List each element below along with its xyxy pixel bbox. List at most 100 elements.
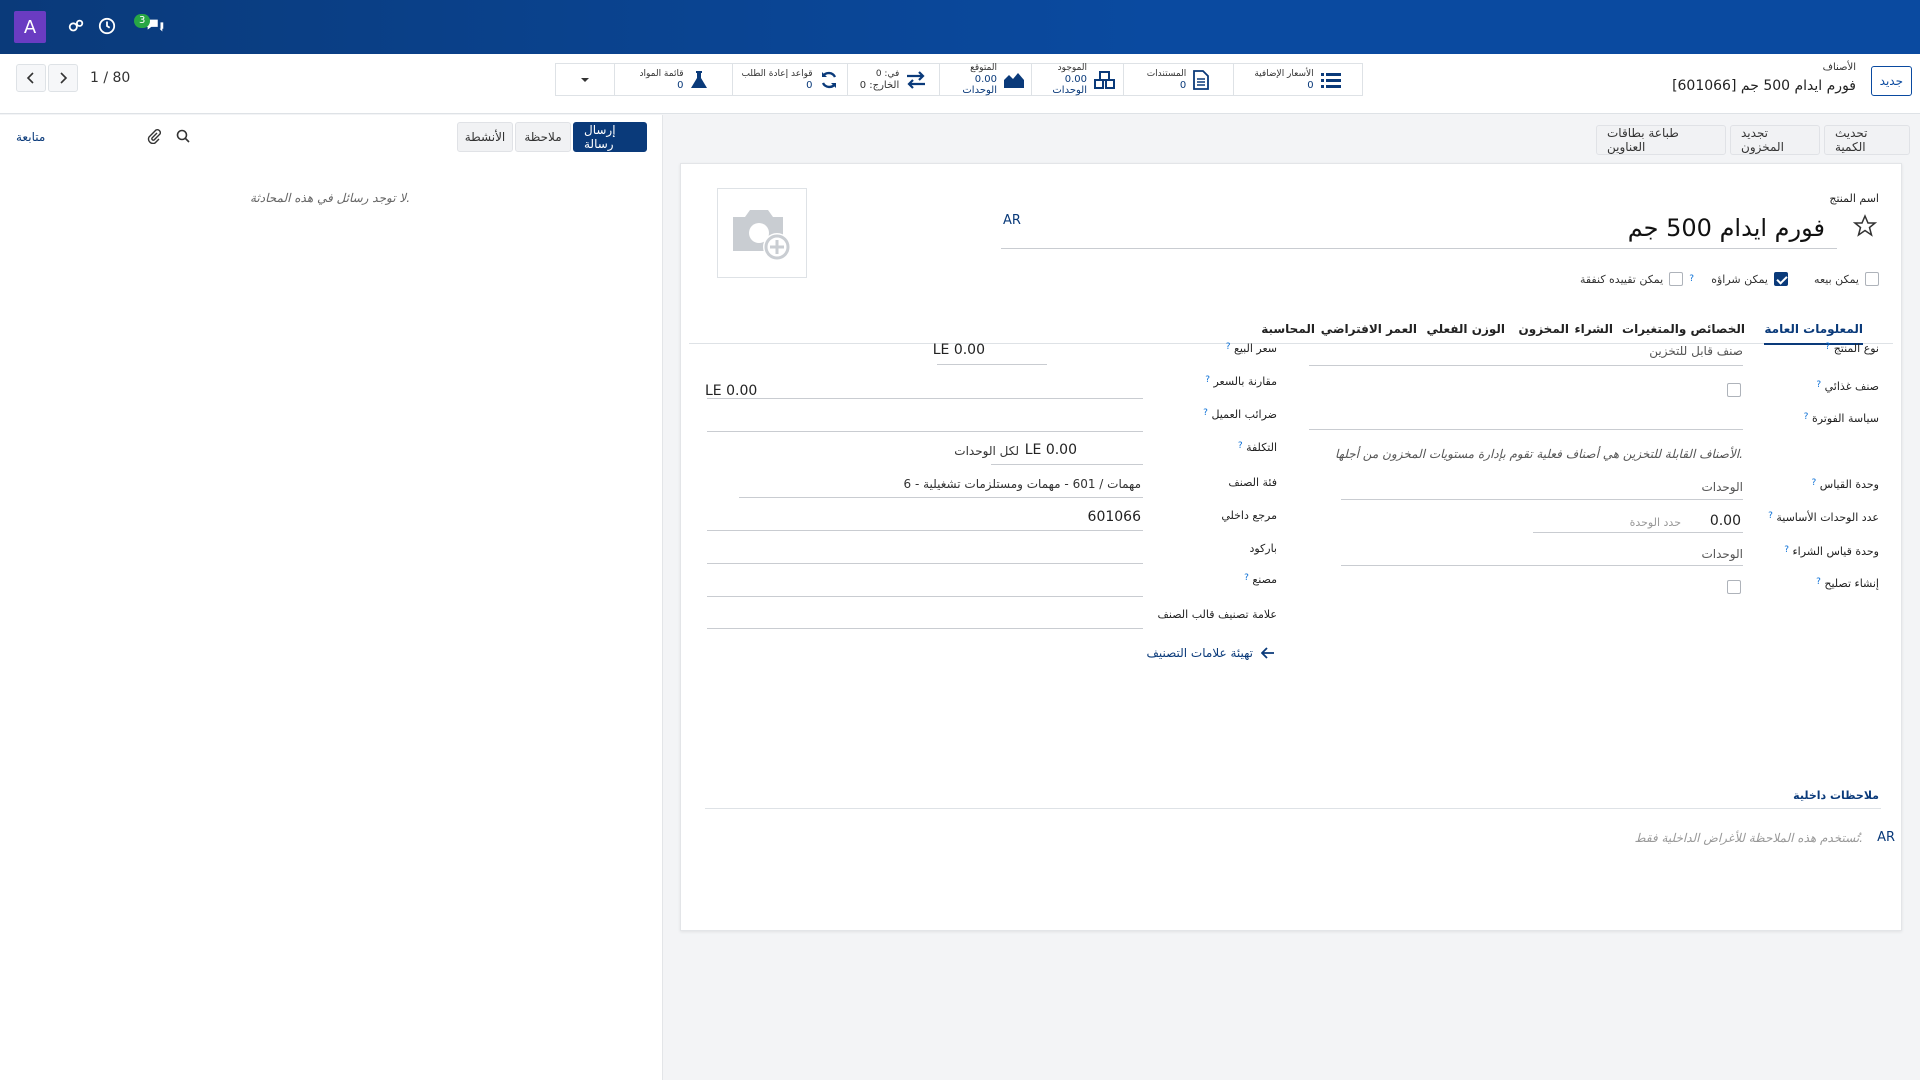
- cost-underline: [991, 464, 1143, 465]
- customer-taxes-field[interactable]: [707, 431, 1143, 432]
- smart-onhand-label: الموجود: [1057, 63, 1087, 73]
- manufacturer-field[interactable]: [707, 596, 1143, 597]
- purchase-uom-field[interactable]: الوحدات: [1701, 547, 1743, 561]
- product-name-label: اسم المنتج: [1829, 192, 1879, 205]
- control-panel: 1 / 80 قائمة المواد 0 قواعد إعادة الطلب …: [0, 54, 1920, 114]
- flask-icon: [690, 70, 707, 88]
- internal-notes-field[interactable]: تُستخدم هذه الملاحظة للأغراض الداخلية فق…: [1634, 831, 1863, 845]
- can-be-sold-row[interactable]: يمكن بيعه: [1814, 272, 1879, 286]
- pager-next-button[interactable]: [48, 64, 78, 92]
- create-repair-label: ? إنشاء تصليح: [1816, 577, 1879, 590]
- arrow-left-icon: [1261, 647, 1274, 659]
- new-button[interactable]: جديد: [1870, 66, 1912, 96]
- invoice-policy-label: ? سياسة الفوترة: [1803, 412, 1879, 425]
- breadcrumb-parent[interactable]: الأصناف: [1823, 62, 1856, 73]
- smart-button-on-hand[interactable]: الموجود 0.00 الوحدات: [1031, 63, 1123, 96]
- camera-add-icon: [733, 210, 791, 261]
- purchase-uom-label: ? وحدة قياس الشراء: [1784, 545, 1879, 558]
- smart-bom-label: قائمة المواد: [639, 68, 684, 79]
- more-smart-buttons-dropdown[interactable]: [556, 64, 614, 95]
- transfer-arrows-icon: [907, 70, 926, 89]
- tab-accounting[interactable]: المحاسبة: [1261, 322, 1315, 336]
- replenish-button[interactable]: تجديد المخزون: [1730, 125, 1820, 155]
- internal-ref-field[interactable]: 601066: [1088, 509, 1141, 525]
- smart-docs-value: 0: [1179, 79, 1187, 91]
- sales-price-label: ? سعر البيع: [1225, 342, 1277, 355]
- smart-button-forecasted[interactable]: المتوقع 0.00 الوحدات: [939, 63, 1031, 96]
- form-area: تحديث الكمية تجديد المخزون طباعة بطاقات …: [664, 115, 1920, 1080]
- compare-price-underline: [707, 398, 1143, 399]
- smart-button-bom[interactable]: قائمة المواد 0: [614, 64, 732, 95]
- activities-button[interactable]: الأنشطة: [457, 122, 513, 152]
- chat-badge: 3: [134, 14, 151, 28]
- product-type-field[interactable]: صنف قابل للتخزين: [1649, 344, 1743, 358]
- can-be-expensed-checkbox[interactable]: [1669, 272, 1684, 286]
- tab-purchase[interactable]: الشراء: [1574, 322, 1613, 336]
- template-tag-field[interactable]: [707, 628, 1143, 629]
- update-quantity-button[interactable]: تحديث الكمية: [1824, 125, 1910, 155]
- barcode-field[interactable]: [707, 563, 1143, 564]
- area-chart-icon: [1004, 72, 1024, 88]
- search-icon[interactable]: [176, 129, 190, 147]
- form-sheet: AR اسم المنتج فورم ايدام 500 جم يمكن بيع…: [680, 163, 1902, 931]
- log-note-button[interactable]: ملاحظة: [515, 122, 571, 152]
- settings-gears-icon[interactable]: [65, 15, 87, 37]
- tab-inventory[interactable]: المخزون: [1519, 322, 1569, 336]
- tab-shelf-life[interactable]: العمر الافتراضي: [1321, 322, 1417, 336]
- tab-attributes-variants[interactable]: الخصائص والمتغيرات: [1622, 322, 1745, 336]
- can-be-sold-checkbox[interactable]: [1865, 272, 1879, 286]
- configure-tags-label: تهيئة علامات التصنيف: [1146, 646, 1253, 660]
- smart-button-reorder-rules[interactable]: قواعد إعادة الطلب 0: [732, 64, 847, 95]
- smart-prices-value: 0: [1307, 79, 1314, 91]
- cost-field[interactable]: LE 0.00: [1025, 442, 1077, 458]
- product-type-underline: [1309, 365, 1743, 366]
- product-image-upload[interactable]: [717, 188, 807, 278]
- base-units-unit-field[interactable]: حدد الوحدة: [1630, 516, 1681, 529]
- help-question-icon: ?: [1689, 274, 1694, 284]
- paperclip-icon[interactable]: [147, 128, 161, 148]
- favorite-star-icon[interactable]: [1852, 214, 1878, 242]
- smart-prices-label: الأسعار الإضافية: [1254, 68, 1314, 79]
- configure-tags-link[interactable]: تهيئة علامات التصنيف: [1146, 646, 1275, 660]
- clock-icon[interactable]: [96, 15, 118, 37]
- notes-lang-button[interactable]: AR: [1877, 830, 1895, 845]
- product-category-field[interactable]: 6 - مهمات / 601 - مهمات ومستلزمات تشغيلي…: [904, 477, 1141, 491]
- chevron-left-icon: [26, 72, 34, 84]
- can-be-expensed-row[interactable]: يمكن تقييده كنفقة ?: [1580, 272, 1694, 286]
- follow-button[interactable]: متابعة: [16, 130, 45, 144]
- compare-price-label: ? مقارنة بالسعر: [1205, 375, 1277, 388]
- internal-notes-divider: [705, 808, 1881, 809]
- base-units-label: ? عدد الوحدات الأساسية: [1768, 511, 1879, 524]
- user-avatar[interactable]: A: [14, 11, 46, 43]
- invoice-policy-field[interactable]: [1309, 429, 1743, 430]
- name-lang-button[interactable]: AR: [1003, 213, 1021, 228]
- create-repair-checkbox[interactable]: [1727, 580, 1741, 594]
- refresh-icon: [821, 71, 836, 88]
- smart-docs-label: المستندات: [1146, 68, 1187, 79]
- template-tag-label: علامة تصنيف قالب الصنف: [1157, 608, 1277, 621]
- sales-price-underline: [937, 364, 1047, 365]
- product-name-field[interactable]: فورم ايدام 500 جم: [1628, 214, 1825, 242]
- base-units-field[interactable]: 0.00: [1710, 513, 1741, 529]
- smart-button-extra-prices[interactable]: الأسعار الإضافية 0: [1233, 64, 1362, 95]
- cost-label: ? التكلفة: [1237, 441, 1277, 454]
- purchase-uom-underline: [1341, 565, 1743, 566]
- breadcrumb-current: [601066] فورم ايدام 500 جم: [1672, 78, 1856, 94]
- can-be-purchased-checkbox[interactable]: [1774, 272, 1788, 286]
- can-be-purchased-row[interactable]: يمكن شراؤه: [1711, 272, 1788, 286]
- product-name-underline: [1001, 248, 1837, 249]
- pager-previous-button[interactable]: [16, 64, 46, 92]
- compare-price-field[interactable]: LE 0.00: [705, 383, 765, 399]
- send-message-button[interactable]: إرسال رسالة: [573, 122, 647, 152]
- uom-field[interactable]: الوحدات: [1701, 480, 1743, 494]
- print-labels-button[interactable]: طباعة بطاقات العناوين: [1596, 125, 1726, 155]
- chatter-topbar: إرسال رسالة ملاحظة الأنشطة متابعة: [0, 115, 663, 159]
- smart-button-in-out[interactable]: في: 0 الخارج: 0: [847, 64, 939, 95]
- smart-onhand-value: 0.00 الوحدات: [1052, 74, 1087, 96]
- sales-price-field[interactable]: LE 0.00: [933, 342, 985, 358]
- chatter-empty-message: لا توجد رسائل في هذه المحادثة.: [250, 191, 411, 205]
- smart-button-documents[interactable]: المستندات 0: [1123, 64, 1233, 95]
- form-tabs: المعلومات العامة الخصائص والمتغيرات الشر…: [689, 314, 1893, 345]
- food-product-checkbox[interactable]: [1727, 383, 1741, 397]
- tab-actual-weight[interactable]: الوزن الفعلي: [1426, 322, 1505, 336]
